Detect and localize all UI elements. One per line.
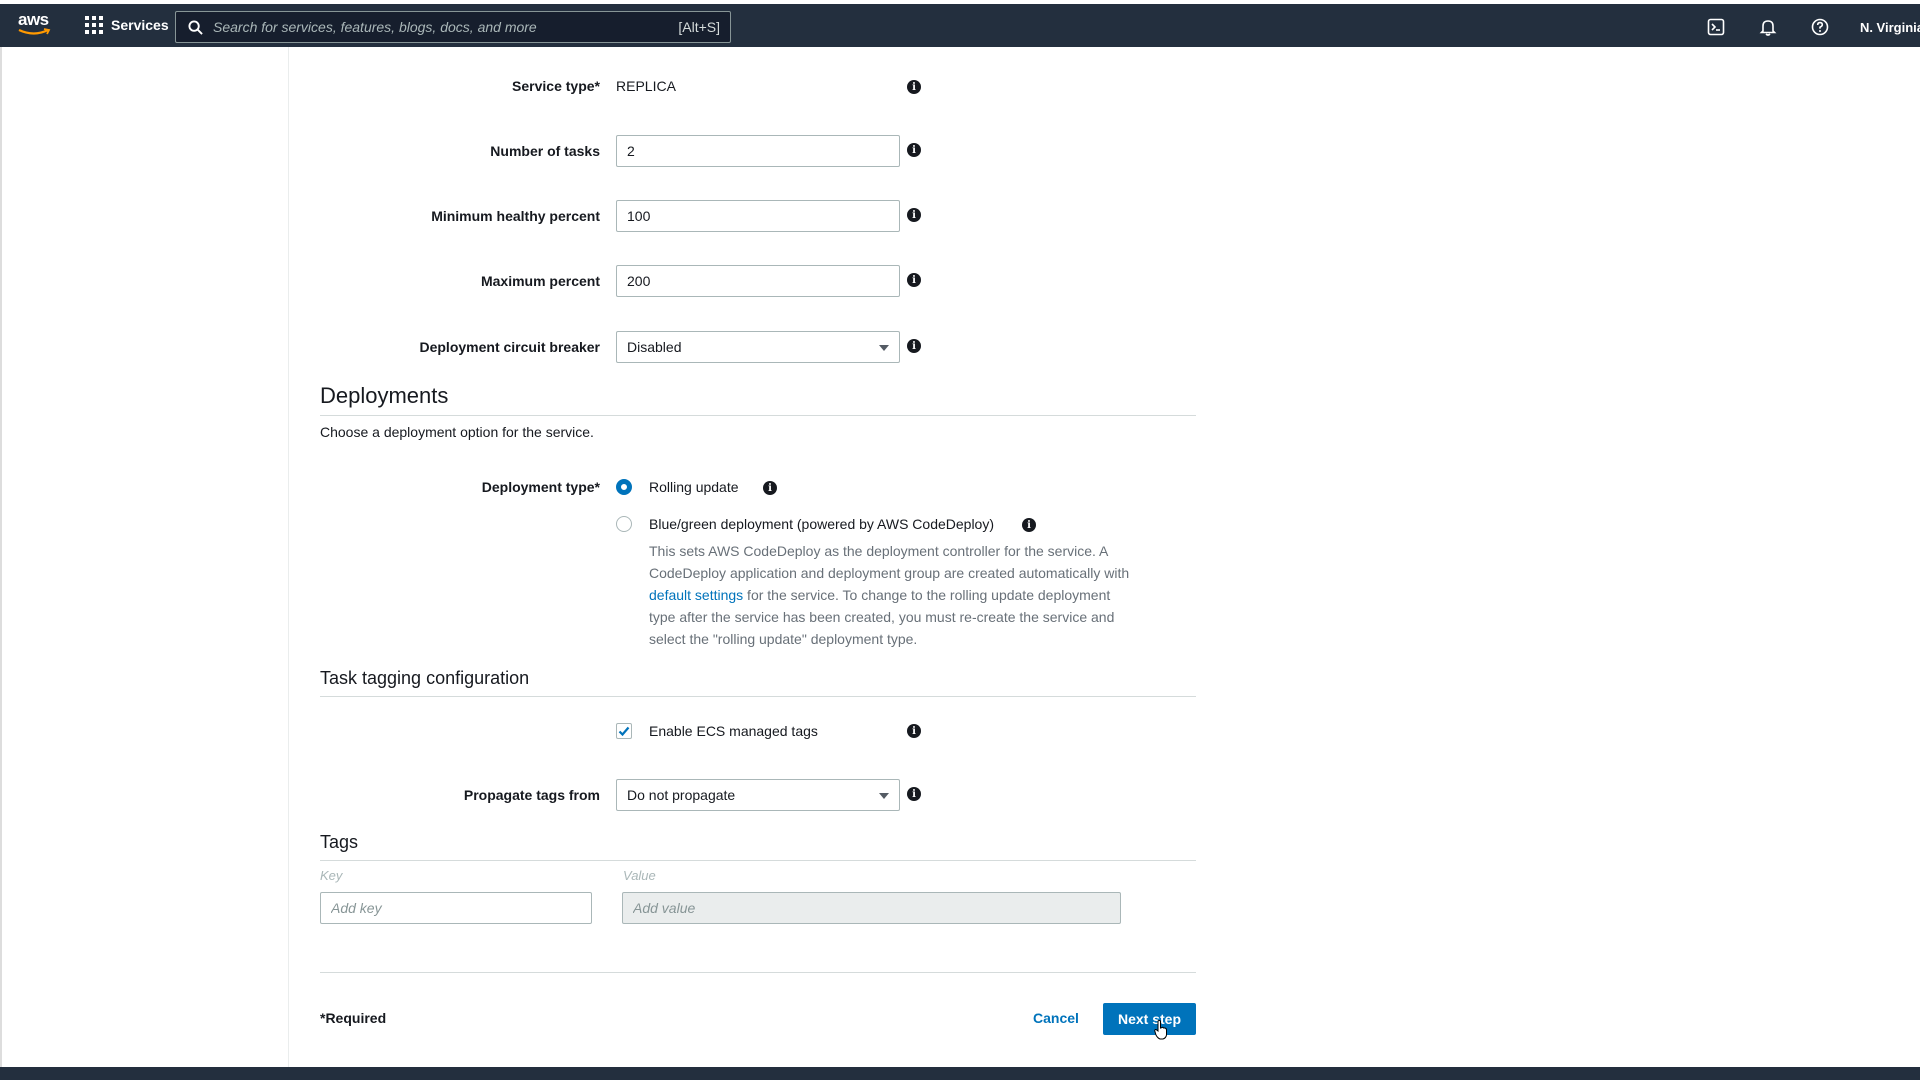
service-type-value: REPLICA [616,78,676,94]
info-icon[interactable]: i [907,273,921,287]
info-icon[interactable]: i [1022,518,1036,532]
blue-green-help-text: This sets AWS CodeDeploy as the deployme… [649,540,1139,650]
info-icon[interactable]: i [907,208,921,222]
number-of-tasks-input[interactable] [616,135,900,167]
tag-key-input[interactable] [320,892,592,924]
cloudshell-icon[interactable] [1704,15,1728,39]
aws-logo[interactable]: aws [18,11,54,41]
blue-green-radio[interactable] [616,516,632,532]
circuit-breaker-label: Deployment circuit breaker [419,339,600,355]
number-of-tasks-label: Number of tasks [490,143,600,159]
global-search[interactable]: [Alt+S] [175,11,731,43]
services-label: Services [111,17,169,33]
bell-icon[interactable] [1756,15,1780,39]
required-note: *Required [320,1010,387,1026]
checkmark-icon [618,726,630,737]
propagate-tags-select[interactable]: Do not propagate [616,779,900,811]
aws-smile-icon [18,28,51,35]
console-footer-bar [0,1067,1920,1080]
blue-green-label[interactable]: Blue/green deployment (powered by AWS Co… [649,516,994,532]
default-settings-link[interactable]: default settings [649,587,743,603]
rolling-update-label[interactable]: Rolling update [649,479,739,495]
divider [320,696,1196,697]
divider [320,860,1196,861]
tags-heading: Tags [320,832,359,852]
top-right-tools: N. Virginia [1704,12,1920,42]
help-text-part1: This sets AWS CodeDeploy as the deployme… [649,543,1130,581]
max-percent-label: Maximum percent [480,273,600,289]
service-type-label: Service type* [512,78,600,94]
min-healthy-percent-label: Minimum healthy percent [431,208,600,224]
divider [320,415,1196,416]
max-percent-input[interactable] [616,265,900,297]
hand-cursor-icon [1154,1020,1167,1040]
circuit-breaker-select[interactable]: Disabled [616,331,900,363]
deployment-type-label: Deployment type* [481,479,600,495]
tags-key-header: Key [320,868,343,883]
search-icon [188,19,203,35]
rolling-update-radio[interactable] [616,479,632,495]
search-shortcut-hint: [Alt+S] [678,19,720,35]
min-healthy-percent-input[interactable] [616,200,900,232]
chevron-down-icon [879,345,889,351]
tags-value-header: Value [623,868,656,883]
cancel-button[interactable]: Cancel [1033,1010,1079,1026]
chevron-down-icon [879,793,889,799]
deployments-description: Choose a deployment option for the servi… [320,424,594,440]
enable-ecs-tags-checkbox[interactable] [616,723,632,739]
info-icon[interactable]: i [907,80,921,94]
services-menu-button[interactable]: Services [85,16,169,34]
region-selector[interactable]: N. Virginia [1860,20,1920,35]
divider [320,972,1196,973]
tag-value-input[interactable] [622,892,1121,924]
aws-logo-text: aws [18,10,49,29]
deployments-heading: Deployments [320,383,449,408]
info-icon[interactable]: i [907,724,921,738]
circuit-breaker-value: Disabled [627,339,682,355]
next-step-button[interactable]: Next step [1103,1003,1196,1035]
search-input[interactable] [213,19,679,35]
left-edge-border [0,47,2,1067]
task-tagging-heading: Task tagging configuration [320,668,530,688]
help-icon[interactable] [1808,15,1832,39]
info-icon[interactable]: i [907,143,921,157]
info-icon[interactable]: i [907,339,921,353]
info-icon[interactable]: i [907,787,921,801]
left-navigation-collapsed [0,47,289,1067]
enable-ecs-tags-label[interactable]: Enable ECS managed tags [649,723,818,739]
propagate-tags-label: Propagate tags from [463,787,600,803]
propagate-tags-value: Do not propagate [627,787,736,803]
info-icon[interactable]: i [763,481,777,495]
grid-icon [85,16,103,34]
top-navigation-bar: aws Services [Alt+S] [0,0,1920,47]
